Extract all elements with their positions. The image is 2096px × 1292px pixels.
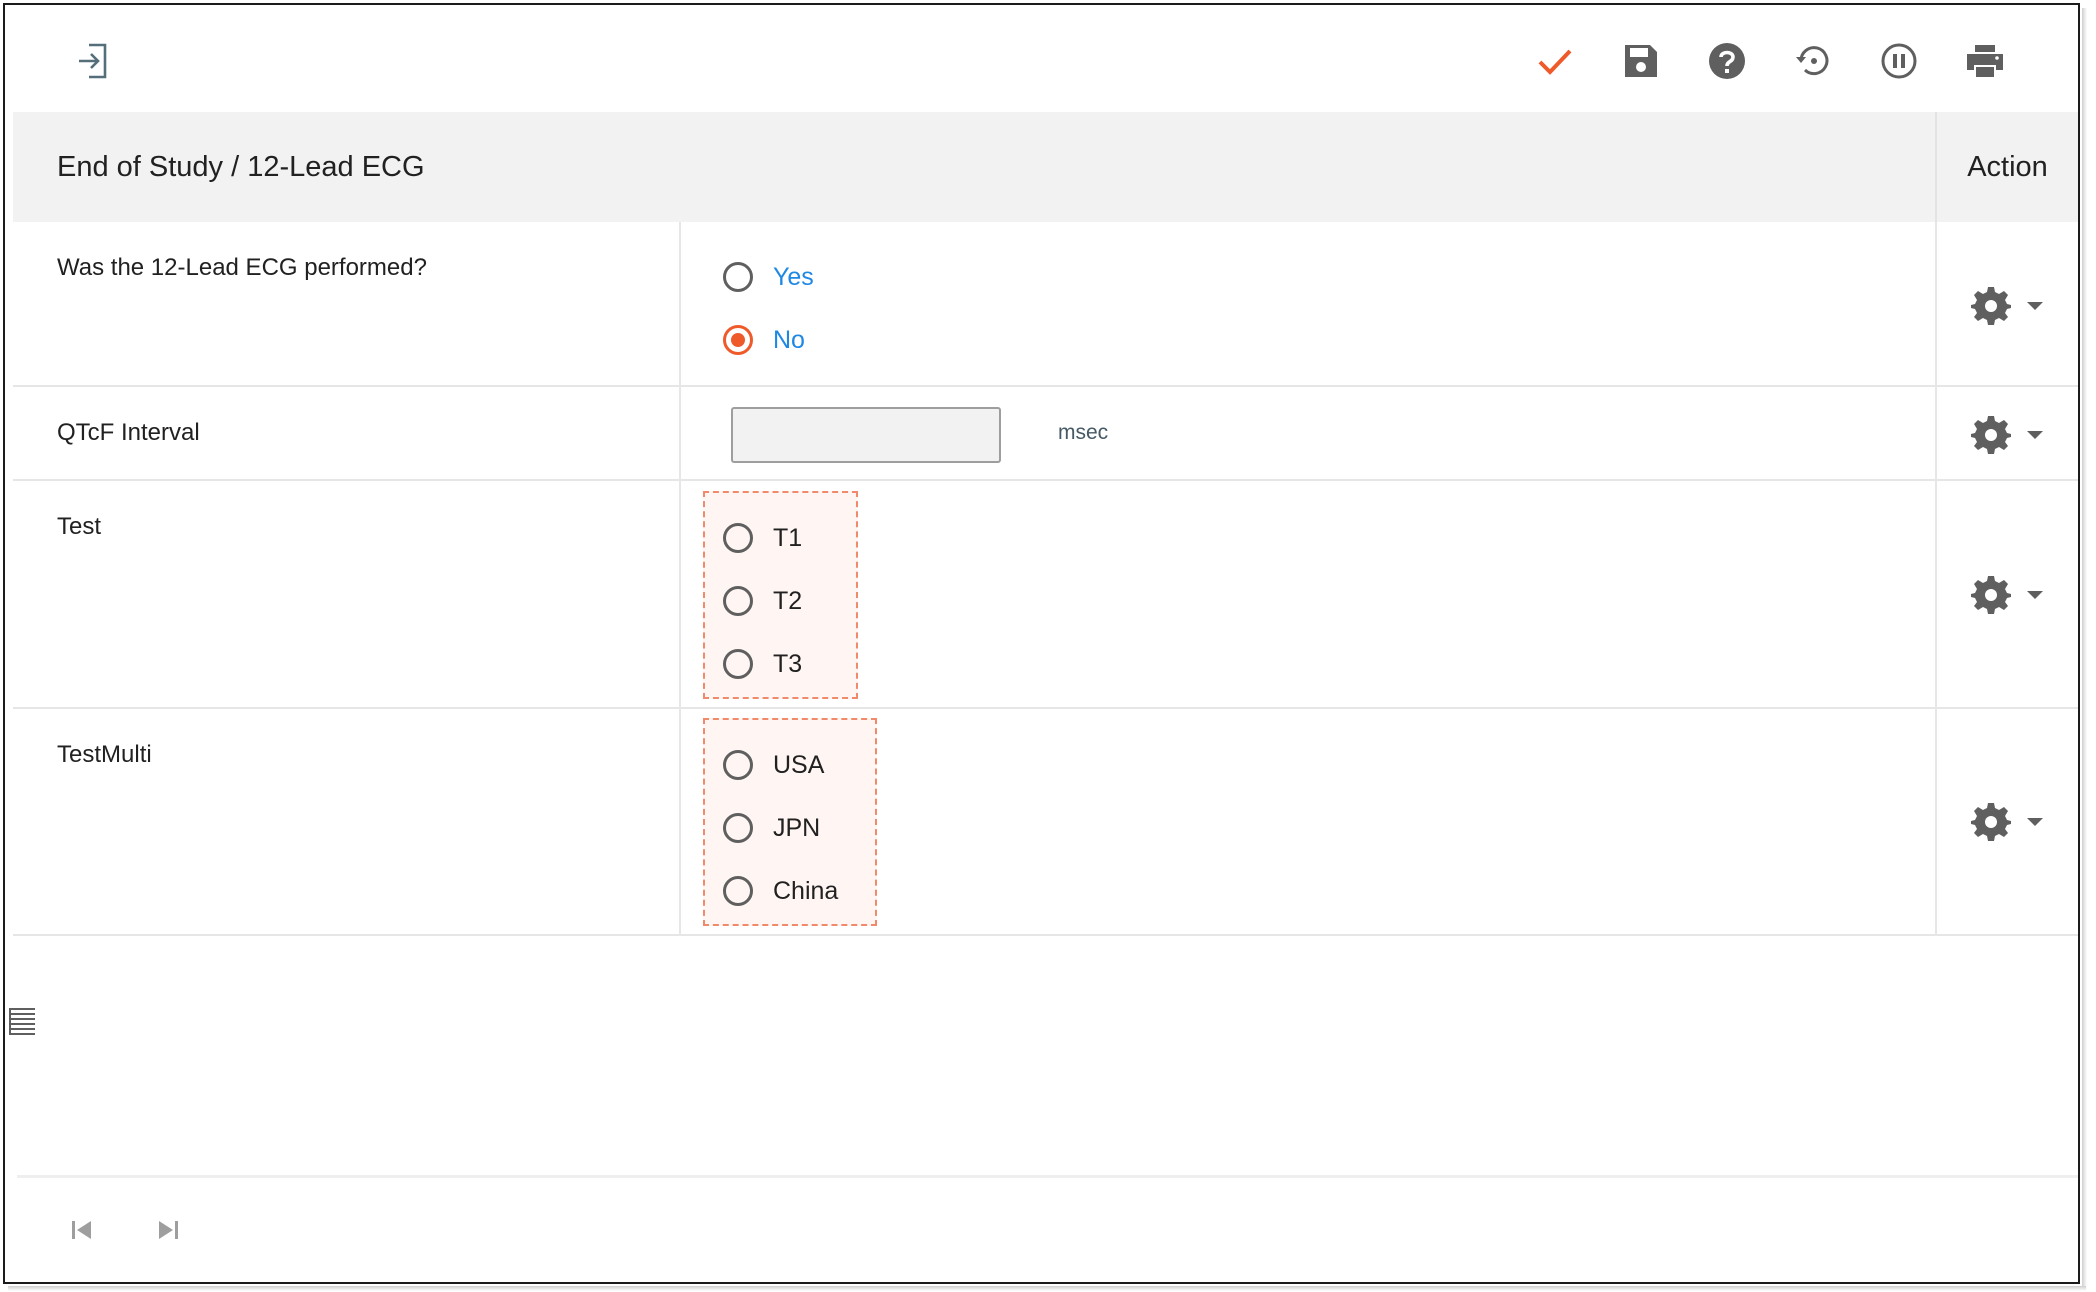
table-row-ecg-performed: Was the 12-Lead ECG performed? Yes No [13, 222, 2078, 387]
form-table: End of Study / 12-Lead ECG Action Was th… [13, 112, 2078, 936]
row-actions [1941, 569, 2071, 619]
print-icon[interactable] [1965, 41, 2005, 81]
radio-circle-checked[interactable] [723, 325, 753, 355]
last-page-icon[interactable] [155, 1218, 181, 1242]
question-label: Was the 12-Lead ECG performed? [57, 254, 427, 281]
radio-option-jpn[interactable]: JPN [723, 808, 820, 848]
radio-circle[interactable] [723, 876, 753, 906]
save-disk-icon[interactable] [1621, 41, 1661, 81]
gear-icon[interactable] [1971, 801, 2011, 841]
login-arrow-icon[interactable] [73, 41, 113, 81]
radio-option-yes[interactable]: Yes [723, 257, 814, 297]
radio-option-t2[interactable]: T2 [723, 581, 802, 621]
radio-label: JPN [773, 813, 821, 842]
history-restore-icon[interactable] [1793, 41, 1833, 81]
qtcf-interval-input[interactable] [731, 407, 1001, 463]
section-title: End of Study / 12-Lead ECG [57, 151, 425, 183]
radio-label: T1 [773, 523, 803, 552]
action-column-header: Action [1967, 151, 2048, 183]
radio-option-t1[interactable]: T1 [723, 518, 802, 558]
gear-icon[interactable] [1971, 574, 2011, 614]
radio-label: T2 [773, 586, 803, 615]
toolbar [5, 5, 2078, 113]
radio-circle[interactable] [723, 523, 753, 553]
row-actions [1941, 409, 2071, 459]
form-window: End of Study / 12-Lead ECG Action Was th… [3, 3, 2080, 1284]
gear-icon[interactable] [1971, 414, 2011, 454]
radio-circle[interactable] [723, 750, 753, 780]
unit-label: msec [1058, 421, 1109, 444]
radio-option-t3[interactable]: T3 [723, 644, 802, 684]
question-label: TestMulti [57, 741, 152, 768]
radio-option-china[interactable]: China [723, 871, 838, 911]
checkmark-icon[interactable] [1535, 41, 1575, 81]
radio-label: Yes [773, 262, 814, 291]
radio-label: No [773, 325, 805, 354]
chevron-down-icon[interactable] [2025, 815, 2045, 829]
radio-label: China [773, 876, 839, 905]
help-circle-icon[interactable] [1707, 41, 1747, 81]
row-actions [1941, 280, 2071, 330]
chevron-down-icon[interactable] [2025, 428, 2045, 442]
radio-circle[interactable] [723, 813, 753, 843]
radio-label: T3 [773, 649, 803, 678]
chevron-down-icon[interactable] [2025, 299, 2045, 313]
question-label: Test [57, 513, 102, 540]
pager-footer [17, 1175, 2078, 1273]
table-row-qtcf: QTcF Interval msec [13, 387, 2078, 481]
question-label: QTcF Interval [57, 419, 200, 446]
table-header: End of Study / 12-Lead ECG Action [13, 112, 2078, 222]
list-lines-icon[interactable] [9, 1006, 35, 1038]
radio-circle[interactable] [723, 649, 753, 679]
row-actions [1941, 796, 2071, 846]
table-row-test: Test T1 T2 T3 [13, 481, 2078, 709]
radio-option-no[interactable]: No [723, 320, 805, 360]
pause-circle-icon[interactable] [1879, 41, 1919, 81]
radio-circle[interactable] [723, 262, 753, 292]
radio-option-usa[interactable]: USA [723, 745, 824, 785]
chevron-down-icon[interactable] [2025, 588, 2045, 602]
table-row-testmulti: TestMulti USA JPN China [13, 709, 2078, 936]
radio-label: USA [773, 750, 825, 779]
gear-icon[interactable] [1971, 285, 2011, 325]
first-page-icon[interactable] [69, 1218, 95, 1242]
radio-circle[interactable] [723, 586, 753, 616]
